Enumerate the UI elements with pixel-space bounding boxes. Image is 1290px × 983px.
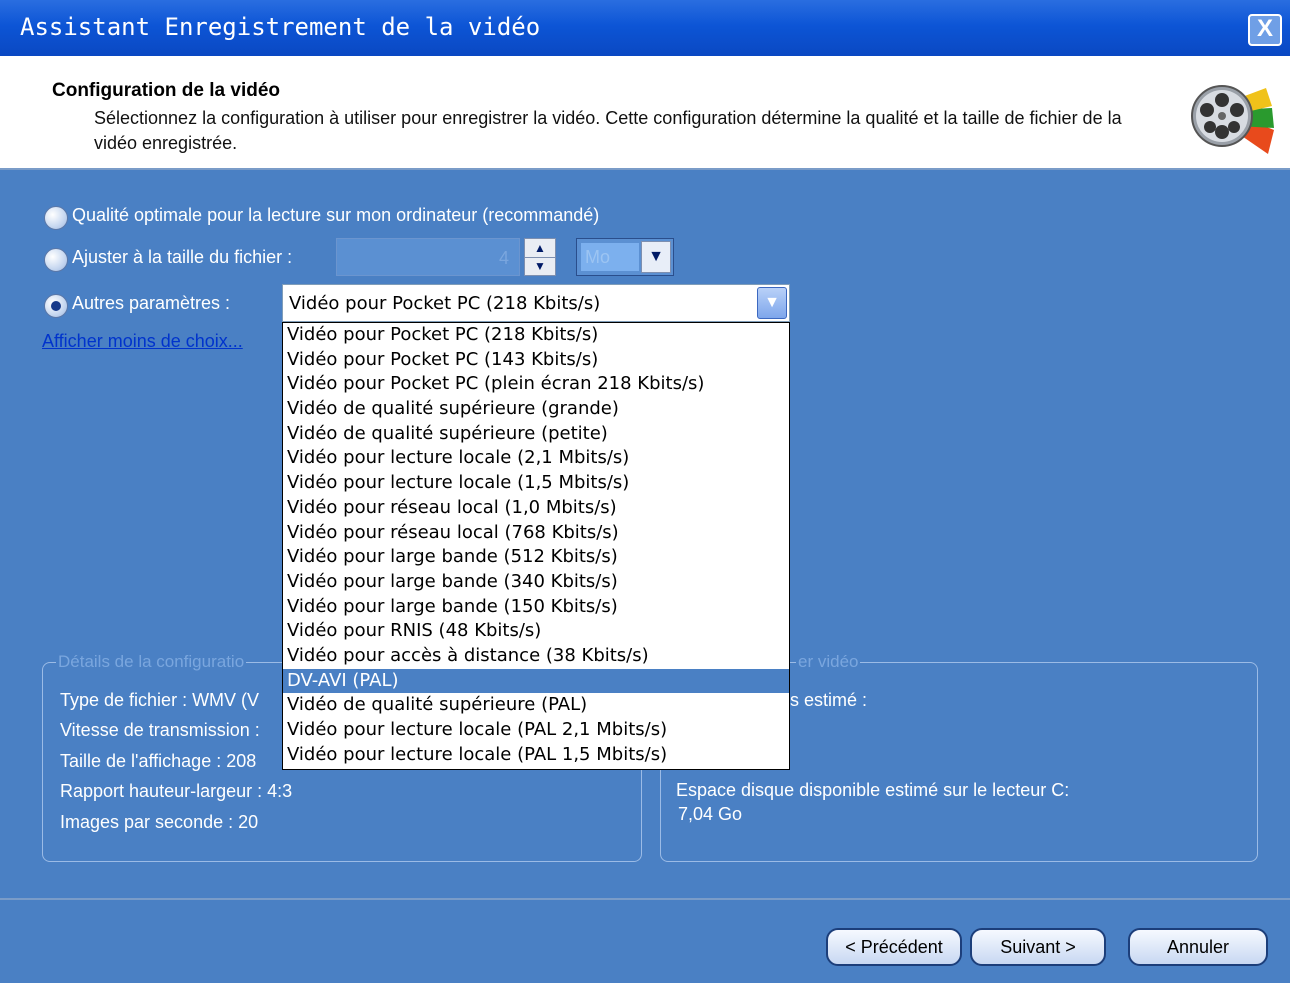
dropdown-item[interactable]: Vidéo pour lecture locale (PAL 2,1 Mbits… xyxy=(283,718,789,743)
cancel-button[interactable]: Annuler xyxy=(1128,928,1268,966)
optimal-quality-label: Qualité optimale pour la lecture sur mon… xyxy=(72,205,600,225)
settings-combobox-value: Vidéo pour Pocket PC (218 Kbits/s) xyxy=(289,293,601,314)
back-button[interactable]: < Précédent xyxy=(826,928,962,966)
radio-optimal-quality[interactable] xyxy=(44,206,68,230)
chevron-down-icon[interactable]: ▼ xyxy=(757,287,787,319)
radio-selected-dot xyxy=(51,301,61,311)
window-title: Assistant Enregistrement de la vidéo xyxy=(20,13,541,41)
dropdown-item[interactable]: Vidéo pour accès à distance (38 Kbits/s) xyxy=(283,644,789,669)
spin-up-icon[interactable]: ▲ xyxy=(525,239,555,258)
file-size-group-title: er vidéo xyxy=(796,652,861,672)
fit-file-size-label: Ajuster à la taille du fichier : xyxy=(72,247,293,267)
settings-details-title: Détails de la configuratio xyxy=(56,652,247,672)
movie-film-reel-icon xyxy=(1191,85,1274,154)
aspect-ratio-text: Rapport hauteur-largeur : 4:3 xyxy=(60,781,293,801)
dropdown-item[interactable]: Vidéo de qualité supérieure (petite) xyxy=(283,422,789,447)
chevron-down-icon[interactable]: ▼ xyxy=(641,241,671,273)
estimated-size-label: s estimé : xyxy=(790,690,868,710)
other-settings-label: Autres paramètres : xyxy=(72,293,231,313)
dropdown-item[interactable]: Vidéo pour Pocket PC (plein écran 218 Kb… xyxy=(283,372,789,397)
radio-other-settings[interactable] xyxy=(44,294,68,318)
radio-fit-file-size[interactable] xyxy=(44,248,68,272)
file-size-input[interactable]: 4 xyxy=(336,238,520,276)
show-fewer-choices-link[interactable]: Afficher moins de choix... xyxy=(42,331,243,352)
dropdown-item[interactable]: Vidéo de qualité supérieure (grande) xyxy=(283,397,789,422)
file-size-unit-select[interactable]: Mo ▼ xyxy=(576,238,674,276)
dropdown-item[interactable]: Vidéo pour réseau local (1,0 Mbits/s) xyxy=(283,496,789,521)
unit-value: Mo xyxy=(581,243,639,271)
close-button[interactable]: X xyxy=(1248,14,1282,46)
dropdown-item[interactable]: DV-AVI (PAL) xyxy=(283,668,789,694)
dropdown-item[interactable]: Vidéo pour large bande (150 Kbits/s) xyxy=(283,595,789,620)
page-description: Sélectionnez la configuration à utiliser… xyxy=(94,108,1122,153)
footer-divider xyxy=(0,898,1290,900)
frames-per-second-text: Images par seconde : 20 xyxy=(60,812,259,832)
dropdown-item[interactable]: Vidéo pour RNIS (48 Kbits/s) xyxy=(283,619,789,644)
dropdown-item[interactable]: Vidéo pour lecture locale (2,1 Mbits/s) xyxy=(283,446,789,471)
dropdown-item[interactable]: Vidéo pour réseau local (768 Kbits/s) xyxy=(283,521,789,546)
page-title: Configuration de la vidéo xyxy=(52,80,281,101)
dropdown-item[interactable]: Vidéo pour Pocket PC (143 Kbits/s) xyxy=(283,348,789,373)
dropdown-item[interactable]: Vidéo pour large bande (512 Kbits/s) xyxy=(283,545,789,570)
bit-rate-text: Vitesse de transmission : xyxy=(60,720,260,740)
disk-space-value: 7,04 Go xyxy=(678,804,743,824)
file-type-text: Type de fichier : WMV (V xyxy=(60,690,260,710)
spin-down-icon[interactable]: ▼ xyxy=(525,257,555,275)
title-bar: Assistant Enregistrement de la vidéo X xyxy=(0,0,1290,56)
file-size-spinner[interactable]: ▲ ▼ xyxy=(524,238,556,276)
display-size-text: Taille de l'affichage : 208 xyxy=(60,751,257,771)
disk-space-label: Espace disque disponible estimé sur le l… xyxy=(676,780,1070,800)
dropdown-item[interactable]: Vidéo de qualité supérieure (PAL) xyxy=(283,693,789,718)
dropdown-item[interactable]: Vidéo pour lecture locale (PAL 1,5 Mbits… xyxy=(283,743,789,768)
settings-dropdown-list[interactable]: Vidéo pour Pocket PC (218 Kbits/s) Vidéo … xyxy=(282,322,790,770)
dropdown-item[interactable]: Vidéo pour Pocket PC (218 Kbits/s) xyxy=(283,323,789,348)
next-button[interactable]: Suivant > xyxy=(970,928,1106,966)
dropdown-item[interactable]: Vidéo pour lecture locale (1,5 Mbits/s) xyxy=(283,471,789,496)
dropdown-item[interactable]: Vidéo pour large bande (340 Kbits/s) xyxy=(283,570,789,595)
wizard-window: Assistant Enregistrement de la vidéo X C… xyxy=(0,0,1290,983)
settings-combobox[interactable]: Vidéo pour Pocket PC (218 Kbits/s) ▼ xyxy=(282,284,790,322)
